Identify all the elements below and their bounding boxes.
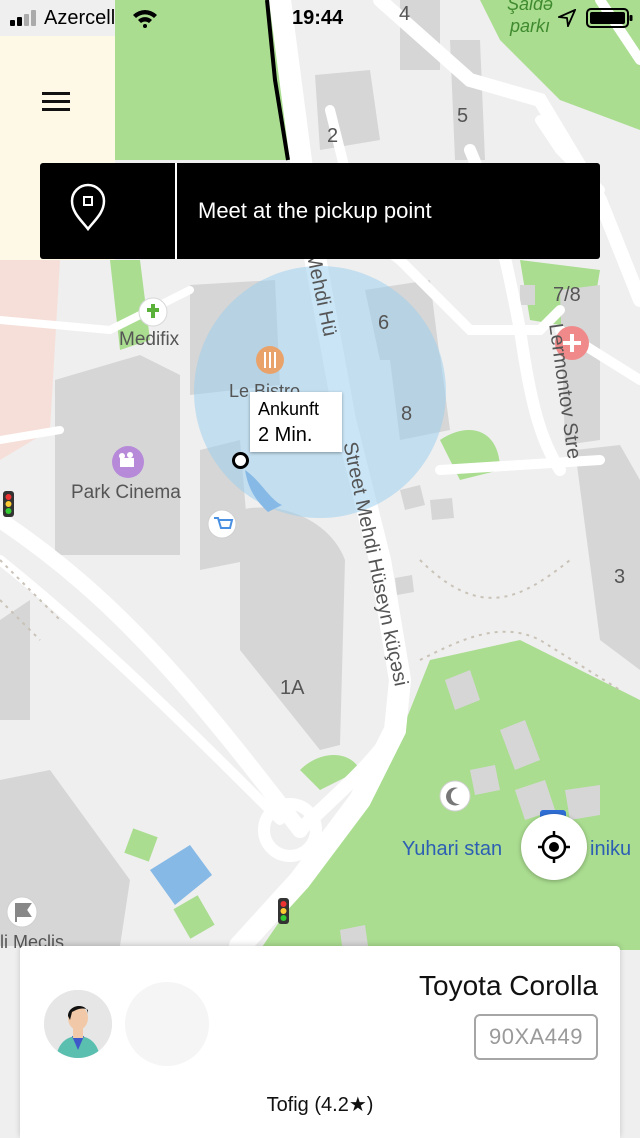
pickup-banner: Meet at the pickup point [40, 163, 600, 259]
banner-divider [175, 163, 177, 259]
menu-button[interactable] [36, 86, 78, 118]
map-label-8: 8 [401, 403, 413, 425]
wifi-icon [133, 10, 157, 28]
license-plate: 90XA449 [474, 1014, 598, 1060]
map-label-yuhari: Yuhari stan [402, 838, 503, 860]
eta-callout: Ankunft 2 Min. [250, 392, 342, 452]
pickup-point-marker [232, 452, 249, 469]
driver-avatar[interactable] [44, 990, 112, 1058]
battery-icon [586, 8, 633, 28]
map-label-5: 5 [457, 105, 469, 127]
map-label-2: 2 [327, 125, 339, 147]
map-label-3: 3 [614, 566, 626, 588]
status-time: 19:44 [292, 7, 344, 29]
map-label-7-8: 7/8 [553, 284, 581, 306]
ride-details-sheet[interactable]: Toyota Corolla 90XA449 Tofig (4.2★) [20, 946, 620, 1138]
eta-time: 2 Min. [258, 424, 313, 446]
map-label-1a: 1A [280, 677, 305, 699]
banner-message: Meet at the pickup point [198, 198, 432, 223]
status-bar: Azercell 19:44 [0, 0, 640, 36]
location-arrow-icon [558, 9, 576, 27]
driver-name-rating: Tofig (4.2★) [266, 1094, 374, 1116]
map-label-medifix: Medifix [119, 329, 180, 350]
carrier-name: Azercell [44, 7, 116, 29]
crosshair-icon [538, 831, 570, 863]
pin-icon [70, 183, 106, 232]
locate-me-button[interactable] [521, 814, 587, 880]
map-label-park-cinema: Park Cinema [71, 482, 181, 503]
hamburger-icon [42, 92, 70, 111]
map-label-funicular: iniku [590, 838, 632, 860]
eta-label: Ankunft [258, 399, 320, 419]
map-label-6: 6 [378, 312, 390, 334]
car-model: Toyota Corolla [419, 970, 598, 1001]
car-image [125, 982, 209, 1066]
signal-icon [10, 10, 36, 26]
driver-photo-icon [44, 990, 112, 1058]
